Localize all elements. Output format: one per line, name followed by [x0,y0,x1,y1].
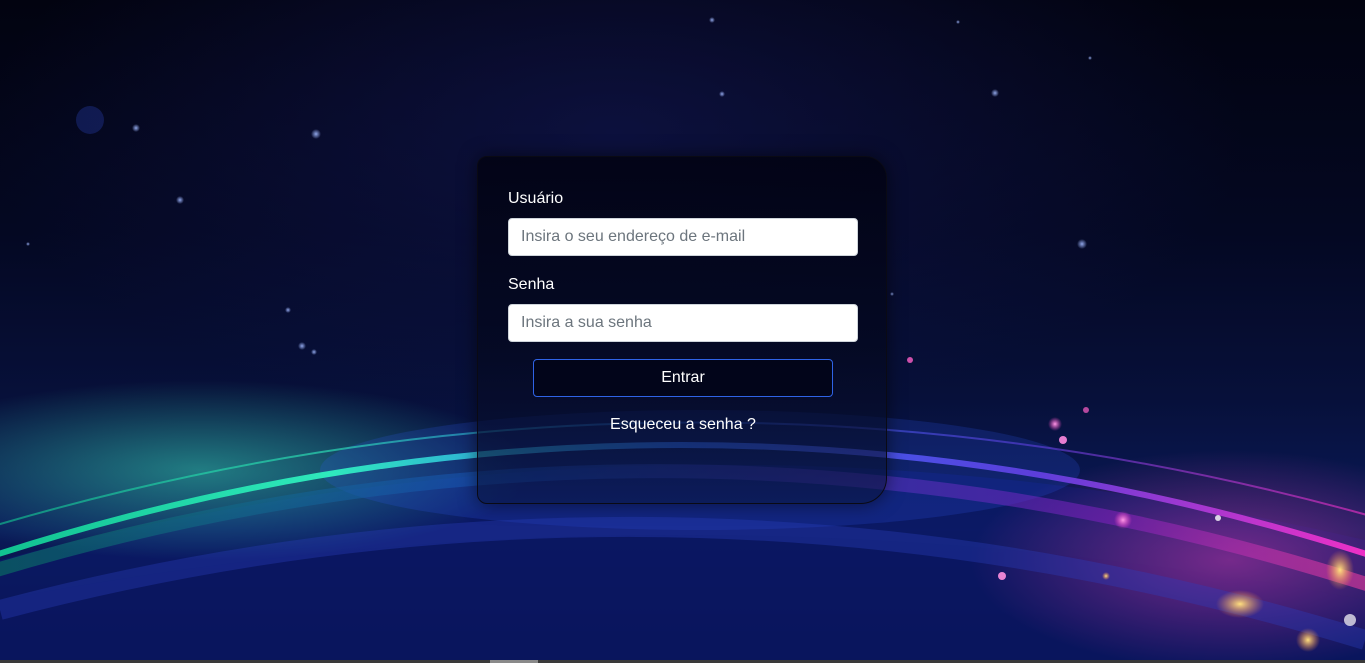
username-input[interactable] [508,218,858,256]
submit-button[interactable]: Entrar [533,359,833,397]
password-input[interactable] [508,304,858,342]
forgot-password-link[interactable]: Esqueceu a senha ? [478,416,888,434]
password-label: Senha [508,276,555,293]
login-card: Usuário Senha Entrar Esqueceu a senha ? [477,156,887,504]
username-label: Usuário [508,190,564,207]
